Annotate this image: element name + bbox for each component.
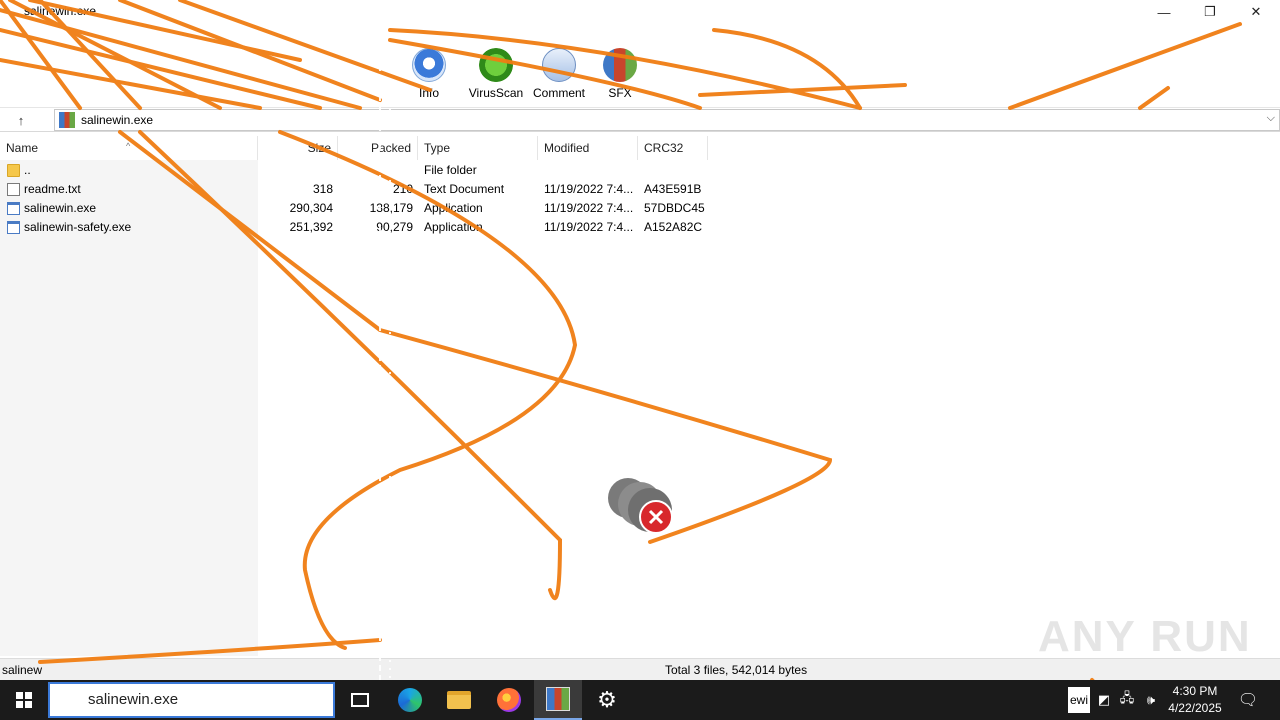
- file-type: File folder: [424, 163, 477, 177]
- comment-label: Comment: [532, 86, 585, 100]
- sort-ascending-icon: ^: [126, 141, 131, 151]
- folder-icon: [7, 164, 20, 177]
- file-crc32: A43E591B: [644, 182, 702, 196]
- address-field[interactable]: salinewin.exe ⌵: [54, 109, 1280, 131]
- title-bar: salinewin.exe — ❐ ✕: [0, 0, 1280, 24]
- column-name[interactable]: Name ^: [0, 136, 258, 160]
- close-button[interactable]: ✕: [1233, 0, 1279, 24]
- column-packed[interactable]: Packed: [338, 136, 418, 160]
- taskbar-edge[interactable]: [386, 680, 434, 720]
- start-button[interactable]: [0, 680, 48, 720]
- status-left-text: salinew: [2, 663, 43, 677]
- toolbar: Info VirusScan Comment SFX: [0, 24, 1280, 108]
- virusscan-label: VirusScan: [468, 86, 524, 100]
- file-explorer-icon: [447, 691, 471, 709]
- file-crc32: 57DBDC45: [644, 201, 705, 215]
- edge-icon: [398, 688, 422, 712]
- address-bar: ↑ salinewin.exe ⌵: [0, 108, 1280, 132]
- file-crc32: A152A82C: [644, 220, 703, 234]
- task-view-icon: [351, 693, 369, 707]
- sfx-label: SFX: [608, 86, 632, 100]
- file-size: 251,392: [289, 220, 333, 234]
- file-list: Name ^ Size Packed Type Modified CRC32 .…: [0, 136, 1280, 656]
- file-type: Text Document: [424, 182, 505, 196]
- file-modified: 11/19/2022 7:4...: [544, 201, 634, 215]
- file-name: readme.txt: [24, 182, 81, 196]
- taskbar-firefox[interactable]: [485, 680, 533, 720]
- taskbar: salinewin.exe ⚙ ewi ◩ 🖧 🕪 4:30 PM 4/22/2…: [0, 680, 1280, 720]
- meet-now-icon[interactable]: ◩: [1094, 680, 1114, 720]
- text-file-icon: [7, 183, 20, 196]
- tray-app-fragment[interactable]: ewi: [1068, 687, 1090, 713]
- file-packed: 210: [392, 182, 413, 196]
- list-item[interactable]: readme.txt 318 210 Text Document 11/19/2…: [0, 180, 1280, 199]
- comment-icon: [542, 48, 576, 82]
- watermark: ANY RUN: [1038, 612, 1252, 661]
- column-size[interactable]: Size: [258, 136, 338, 160]
- info-button[interactable]: Info: [394, 48, 464, 100]
- column-modified[interactable]: Modified: [538, 136, 638, 160]
- column-name-label: Name: [6, 141, 39, 155]
- gear-icon: ⚙: [597, 687, 617, 712]
- sfx-button[interactable]: SFX: [585, 48, 655, 100]
- winrar-icon: [546, 687, 570, 711]
- status-total: Total 3 files, 542,014 bytes: [665, 663, 808, 677]
- taskbar-file-explorer[interactable]: [435, 680, 483, 720]
- chevron-down-icon[interactable]: ⌵: [1267, 112, 1275, 125]
- exe-file-icon: [7, 221, 20, 234]
- system-clock[interactable]: 4:30 PM 4/22/2025: [1160, 683, 1230, 717]
- column-header: Name ^ Size Packed Type Modified CRC32: [0, 136, 1280, 160]
- file-name: salinewin-safety.exe: [24, 220, 132, 234]
- file-packed: 138,179: [369, 201, 413, 215]
- sfx-icon: [603, 48, 637, 82]
- clock-time: 4:30 PM: [1172, 684, 1218, 698]
- file-type: Application: [424, 201, 483, 215]
- notifications-icon[interactable]: 🗨: [1236, 680, 1260, 720]
- task-view-button[interactable]: [336, 680, 384, 720]
- list-item[interactable]: salinewin.exe 290,304 138,179 Applicatio…: [0, 199, 1280, 218]
- exe-file-icon: [7, 202, 20, 215]
- up-one-level-button[interactable]: ↑: [6, 111, 36, 129]
- restore-button[interactable]: ❐: [1187, 0, 1233, 24]
- comment-button[interactable]: Comment: [524, 48, 594, 100]
- info-icon: [412, 48, 446, 82]
- file-name: salinewin.exe: [24, 201, 97, 215]
- column-crc32[interactable]: CRC32: [638, 136, 708, 160]
- minimize-button[interactable]: —: [1141, 0, 1187, 24]
- file-type: Application: [424, 220, 483, 234]
- address-path: salinewin.exe: [81, 113, 154, 127]
- clock-date: 4/22/2025: [1168, 701, 1222, 715]
- taskbar-settings[interactable]: ⚙: [583, 680, 631, 720]
- file-modified: 11/19/2022 7:4...: [544, 220, 634, 234]
- firefox-icon: [497, 688, 521, 712]
- column-type[interactable]: Type: [418, 136, 538, 160]
- network-icon[interactable]: 🖧: [1116, 680, 1138, 720]
- volume-icon[interactable]: 🕪: [1140, 680, 1162, 720]
- list-item[interactable]: .. File folder: [0, 161, 1280, 180]
- virusscan-button[interactable]: VirusScan: [461, 48, 531, 100]
- window-title: salinewin.exe: [22, 4, 99, 18]
- file-name: ..: [24, 163, 31, 177]
- info-label: Info: [418, 86, 439, 100]
- file-size: 318: [312, 182, 333, 196]
- taskbar-search-input[interactable]: salinewin.exe: [48, 682, 335, 718]
- windows-logo-icon: [16, 692, 32, 708]
- file-modified: 11/19/2022 7:4...: [544, 182, 634, 196]
- file-size: 290,304: [289, 201, 333, 215]
- list-item[interactable]: salinewin-safety.exe 251,392 90,279 Appl…: [0, 218, 1280, 237]
- archive-icon: [59, 112, 75, 128]
- file-packed: 90,279: [376, 220, 413, 234]
- virusscan-icon: [479, 48, 513, 82]
- taskbar-winrar[interactable]: [534, 680, 582, 720]
